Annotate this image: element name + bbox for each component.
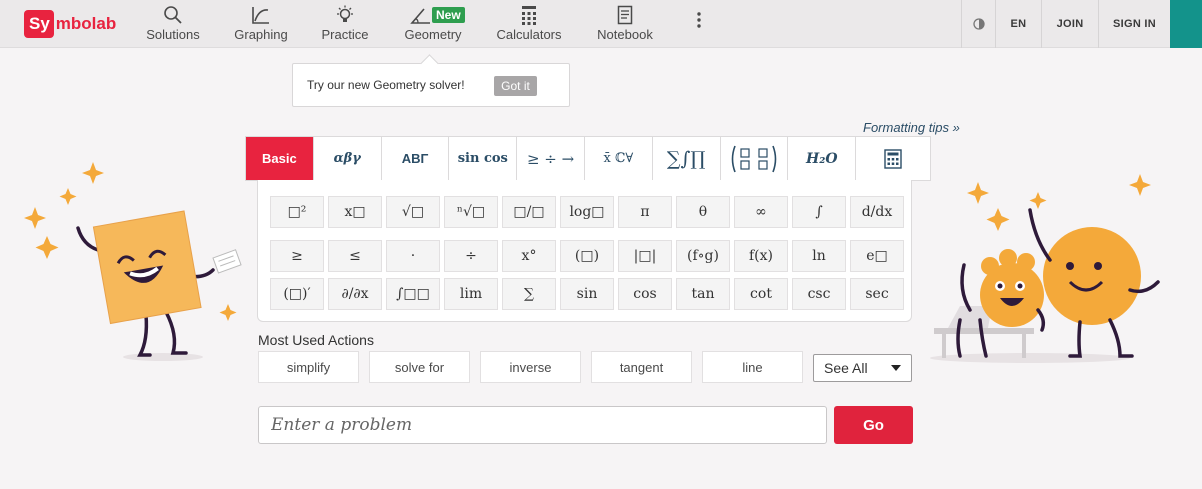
nav-label: Practice xyxy=(321,27,369,42)
action-solve-for[interactable]: solve for xyxy=(369,351,470,383)
key-infinity[interactable]: ∞ xyxy=(734,196,788,228)
key-square[interactable]: □² xyxy=(270,196,324,228)
key-multiply-dot[interactable]: · xyxy=(386,240,440,272)
keypad-panel: □² x□ √□ ⁿ√□ □/□ log□ π θ ∞ ∫ d/dx ≥ ≤ · ÷ x° (□) |□| (f∘g… xyxy=(257,180,912,322)
nav-graphing[interactable]: Graphing xyxy=(233,0,289,48)
math-keypad: Basic αβγ ΑΒΓ sin cos ≥ ÷ → x̄ ℂ∀ ∑∫∏ H₂… xyxy=(245,136,931,322)
sign-in-button[interactable]: SIGN IN xyxy=(1098,0,1170,48)
most-used-actions-title: Most Used Actions xyxy=(258,332,374,348)
key-parentheses[interactable]: (□) xyxy=(560,240,614,272)
calculator-icon xyxy=(884,148,902,169)
see-all-label: See All xyxy=(824,360,868,376)
key-greater-equal[interactable]: ≥ xyxy=(270,240,324,272)
key-compose[interactable]: (f∘g) xyxy=(676,240,730,272)
key-less-equal[interactable]: ≤ xyxy=(328,240,382,272)
key-sin[interactable]: sin xyxy=(560,278,614,310)
key-sum[interactable]: ∑ xyxy=(502,278,556,310)
key-prime[interactable]: (□)′ xyxy=(270,278,324,310)
key-divide[interactable]: ÷ xyxy=(444,240,498,272)
matrix-icon xyxy=(731,145,777,172)
action-tangent[interactable]: tangent xyxy=(591,351,692,383)
tab-basic[interactable]: Basic xyxy=(246,137,314,180)
notebook-mascot-illustration xyxy=(24,162,242,361)
key-cot[interactable]: cot xyxy=(734,278,788,310)
angle-icon xyxy=(410,8,430,24)
tab-operators[interactable]: ≥ ÷ → xyxy=(517,137,585,180)
logo-mark: Sy xyxy=(24,10,54,38)
nav-label: Graphing xyxy=(234,27,288,42)
search-icon xyxy=(164,6,182,24)
keypad-tabs: Basic αβγ ΑΒΓ sin cos ≥ ÷ → x̄ ℂ∀ ∑∫∏ H₂… xyxy=(245,136,931,181)
contrast-icon xyxy=(972,18,985,30)
tab-trig[interactable]: sin cos xyxy=(449,137,518,180)
got-it-button[interactable]: Got it xyxy=(494,76,537,96)
key-integral[interactable]: ∫ xyxy=(792,196,846,228)
key-power[interactable]: x□ xyxy=(328,196,382,228)
key-sec[interactable]: sec xyxy=(850,278,904,310)
tab-chemistry[interactable]: H₂O xyxy=(788,137,857,180)
nav-calculators[interactable]: Calculators xyxy=(496,0,562,48)
tab-sets[interactable]: x̄ ℂ∀ xyxy=(585,137,653,180)
key-nth-root[interactable]: ⁿ√□ xyxy=(444,196,498,228)
key-sqrt[interactable]: √□ xyxy=(386,196,440,228)
key-exp[interactable]: e□ xyxy=(850,240,904,272)
action-simplify[interactable]: simplify xyxy=(258,351,359,383)
caret-down-icon xyxy=(891,365,901,371)
graph-icon xyxy=(252,7,269,24)
go-button[interactable]: Go xyxy=(834,406,913,444)
key-theta[interactable]: θ xyxy=(676,196,730,228)
key-function[interactable]: f(x) xyxy=(734,240,788,272)
tab-matrix[interactable] xyxy=(721,137,789,180)
key-tan[interactable]: tan xyxy=(676,278,730,310)
key-log[interactable]: log□ xyxy=(560,196,614,228)
join-button[interactable]: JOIN xyxy=(1041,0,1098,48)
tab-calculator[interactable] xyxy=(856,137,930,180)
problem-input[interactable] xyxy=(258,406,827,444)
symbolab-logo[interactable]: Sy mbolab xyxy=(24,9,116,39)
action-line[interactable]: line xyxy=(702,351,803,383)
key-definite-integral[interactable]: ∫□□ xyxy=(386,278,440,310)
formatting-tips-link[interactable]: Formatting tips » xyxy=(863,120,960,135)
action-inverse[interactable]: inverse xyxy=(480,351,581,383)
tab-greek-upper[interactable]: ΑΒΓ xyxy=(382,137,450,180)
nav-label: Notebook xyxy=(597,27,653,42)
tab-greek-lower[interactable]: αβγ xyxy=(314,137,382,180)
key-cos[interactable]: cos xyxy=(618,278,672,310)
key-partial[interactable]: ∂/∂x xyxy=(328,278,382,310)
logo-wordmark: mbolab xyxy=(55,14,117,33)
nav-practice[interactable]: Practice xyxy=(321,0,369,48)
key-limit[interactable]: lim xyxy=(444,278,498,310)
lightbulb-icon xyxy=(337,5,353,22)
key-fraction[interactable]: □/□ xyxy=(502,196,556,228)
nav-notebook[interactable]: Notebook xyxy=(595,0,655,48)
geometry-promo-popup: Try our new Geometry solver! Got it xyxy=(292,63,570,107)
tab-calculus[interactable]: ∑∫∏ xyxy=(653,137,721,180)
theme-toggle-button[interactable] xyxy=(961,0,995,48)
key-degree[interactable]: x° xyxy=(502,240,556,272)
nav-label: Calculators xyxy=(496,27,562,42)
nav-label: Solutions xyxy=(146,27,200,42)
key-derivative[interactable]: d/dx xyxy=(850,196,904,228)
calculator-icon xyxy=(522,6,536,25)
circle-mascots-illustration xyxy=(930,174,1160,363)
nav-geometry[interactable]: New Geometry xyxy=(403,0,465,48)
see-all-dropdown[interactable]: See All xyxy=(813,354,912,382)
top-navigation-bar: Sy mbolab Solutions Graphing Practice Ne… xyxy=(0,0,1202,48)
teal-side-button[interactable] xyxy=(1170,0,1202,48)
key-ln[interactable]: ln xyxy=(792,240,846,272)
key-csc[interactable]: csc xyxy=(792,278,846,310)
language-button[interactable]: EN xyxy=(995,0,1041,48)
new-badge: New xyxy=(432,7,465,23)
notebook-icon xyxy=(617,5,633,25)
key-pi[interactable]: π xyxy=(618,196,672,228)
nav-label: Geometry xyxy=(404,27,462,42)
nav-solutions[interactable]: Solutions xyxy=(145,0,201,48)
promo-text: Try our new Geometry solver! xyxy=(307,78,465,92)
key-absolute[interactable]: |□| xyxy=(618,240,672,272)
more-vertical-icon[interactable] xyxy=(692,11,706,29)
